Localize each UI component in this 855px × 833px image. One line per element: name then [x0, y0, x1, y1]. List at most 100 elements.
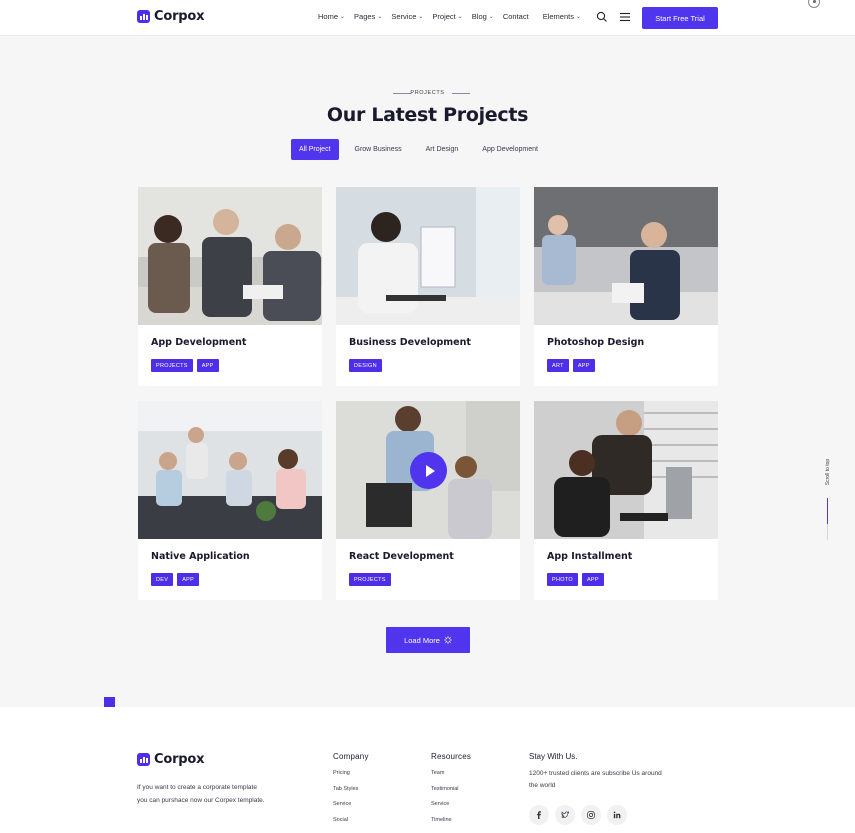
- chevron-down-icon: ⌄: [340, 14, 346, 20]
- footer-column-heading: Company: [333, 752, 369, 761]
- logo-mark-icon: [137, 10, 150, 23]
- project-title: Business Development: [349, 337, 471, 348]
- footer-logo[interactable]: Corpox: [137, 752, 205, 767]
- project-image: [138, 401, 322, 539]
- footer-stay-with-us: Stay With Us. 1200+ trusted clients are …: [529, 752, 669, 791]
- chevron-down-icon: ⌄: [575, 14, 581, 20]
- spinner-icon: [444, 636, 452, 644]
- project-image: [336, 187, 520, 325]
- footer-stay-text: 1200+ trusted clients are subscribe Us a…: [529, 770, 662, 789]
- project-tags: DESIGN: [349, 359, 382, 372]
- project-image: [336, 401, 520, 539]
- project-tags: PHOTO APP: [547, 573, 604, 586]
- footer-column-resources: Resources Team Testimonial Service Timel…: [431, 752, 471, 832]
- nav-label: Contact: [502, 12, 529, 21]
- project-title: Native Application: [151, 551, 250, 562]
- footer-link[interactable]: Social: [333, 817, 369, 833]
- nav-item-pages[interactable]: Pages ⌄: [354, 12, 382, 21]
- project-tags: PROJECTS: [349, 573, 391, 586]
- project-card[interactable]: Business Development DESIGN: [336, 187, 520, 386]
- nav-label: Elements: [542, 12, 574, 21]
- nav-label: Home: [318, 12, 339, 21]
- tag-badge[interactable]: APP: [581, 573, 604, 586]
- brand-logo[interactable]: Corpox: [137, 9, 205, 24]
- tag-badge[interactable]: APP: [572, 359, 595, 372]
- project-tags: DEV APP: [151, 573, 200, 586]
- load-more-button[interactable]: Load More: [386, 627, 470, 653]
- scroll-thumb: [827, 498, 828, 524]
- scroll-to-top-label-wrap: Scroll to top: [822, 452, 834, 492]
- start-free-trial-button[interactable]: Start Free Trial: [642, 7, 718, 29]
- eyebrow-line-right: [452, 93, 470, 94]
- linkedin-icon[interactable]: [607, 805, 627, 825]
- project-image: [534, 401, 718, 539]
- tag-badge[interactable]: PHOTO: [547, 573, 578, 586]
- facebook-icon[interactable]: [529, 805, 549, 825]
- tag-badge[interactable]: DEV: [151, 573, 174, 586]
- tag-badge[interactable]: PROJECTS: [349, 573, 391, 586]
- filter-app-development[interactable]: App Development: [474, 139, 546, 160]
- tag-badge[interactable]: ART: [547, 359, 569, 372]
- decorative-square: [104, 697, 115, 707]
- tag-badge[interactable]: DESIGN: [349, 359, 382, 372]
- instagram-icon[interactable]: [581, 805, 601, 825]
- project-image: [534, 187, 718, 325]
- project-card[interactable]: App Development PROJECTS APP: [138, 187, 322, 386]
- logo-mark-icon: [137, 753, 150, 766]
- project-tags: ART APP: [547, 359, 595, 372]
- project-card[interactable]: Photoshop Design ART APP: [534, 187, 718, 386]
- project-title: App Development: [151, 337, 247, 348]
- footer-column-company: Company Pricing Tab Styles Service Socia…: [333, 752, 369, 832]
- footer-link[interactable]: Service: [333, 801, 369, 817]
- site-footer: Corpox If you want to create a corporate…: [0, 707, 855, 833]
- nav-item-contact[interactable]: Contact: [503, 12, 529, 21]
- section-eyebrow: PROJECTS: [410, 90, 445, 96]
- footer-description: If you want to create a corporate templa…: [137, 784, 265, 804]
- nav-item-service[interactable]: Service ⌄: [391, 12, 423, 21]
- nav-label: Service: [391, 12, 417, 21]
- project-card[interactable]: Native Application DEV APP: [138, 401, 322, 600]
- filter-grow-business[interactable]: Grow Business: [347, 139, 410, 160]
- menu-icon[interactable]: [619, 11, 631, 23]
- nav-item-project[interactable]: Project ⌄: [432, 12, 462, 21]
- project-title: App Installment: [547, 551, 633, 562]
- site-header: Corpox Home ⌄ Pages ⌄ Service ⌄ Project ⌄ Bl…: [0, 0, 855, 36]
- footer-link[interactable]: Testimonial: [431, 786, 471, 802]
- nav-item-elements[interactable]: Elements ⌄: [543, 12, 581, 21]
- tag-badge[interactable]: APP: [196, 359, 219, 372]
- filter-all-project[interactable]: All Project: [291, 139, 339, 160]
- footer-link[interactable]: Team: [431, 770, 471, 786]
- project-card[interactable]: React Development PROJECTS: [336, 401, 520, 600]
- footer-link[interactable]: Timeline: [431, 817, 471, 833]
- project-title: React Development: [349, 551, 454, 562]
- project-tags: PROJECTS APP: [151, 359, 219, 372]
- search-icon[interactable]: [596, 11, 608, 23]
- project-title: Photoshop Design: [547, 337, 645, 348]
- project-card[interactable]: App Installment PHOTO APP: [534, 401, 718, 600]
- nav-label: Blog: [471, 12, 487, 21]
- footer-link[interactable]: Tab Styles: [333, 786, 369, 802]
- tag-badge[interactable]: PROJECTS: [151, 359, 193, 372]
- filter-art-design[interactable]: Art Design: [418, 139, 467, 160]
- twitter-icon[interactable]: [555, 805, 575, 825]
- nav-label: Pages: [354, 12, 376, 21]
- footer-brand-name: Corpox: [154, 752, 205, 767]
- brand-name: Corpox: [154, 9, 205, 24]
- nav-label: Project: [432, 12, 456, 21]
- load-more-label: Load More: [404, 635, 440, 645]
- section-title: Our Latest Projects: [326, 104, 529, 126]
- scroll-to-top-label: Scroll to top: [825, 458, 831, 486]
- footer-link[interactable]: Pricing: [333, 770, 369, 786]
- nav-item-blog[interactable]: Blog ⌄: [472, 12, 494, 21]
- scroll-to-top[interactable]: Scroll to top: [822, 452, 834, 540]
- play-video-button[interactable]: [410, 452, 447, 489]
- tag-badge[interactable]: APP: [177, 573, 200, 586]
- nav-item-home[interactable]: Home ⌄: [318, 12, 345, 21]
- social-links: [529, 805, 627, 825]
- main-nav: Home ⌄ Pages ⌄ Service ⌄ Project ⌄ Blog ⌄ Con…: [318, 12, 590, 21]
- footer-link[interactable]: Service: [431, 801, 471, 817]
- project-image: [138, 187, 322, 325]
- project-filters: All Project Grow Business Art Design App…: [291, 139, 546, 160]
- chevron-down-icon: ⌄: [457, 14, 463, 20]
- footer-column-heading: Resources: [431, 752, 472, 761]
